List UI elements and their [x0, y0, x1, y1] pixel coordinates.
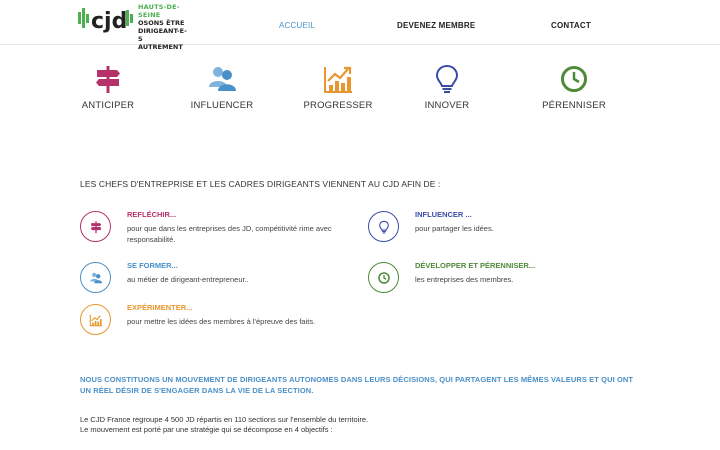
growth-chart-icon	[89, 314, 102, 326]
pillar-progresser: PROGRESSER	[288, 63, 388, 111]
goal-title: SE FORMER...	[127, 261, 178, 270]
pillar-anticiper: ANTICIPER	[58, 63, 158, 111]
goal-icon-circle	[80, 262, 111, 293]
goal-text: pour partager les idées.	[415, 224, 494, 233]
people-icon	[209, 67, 236, 91]
pillar-label: PROGRESSER	[303, 100, 373, 111]
lightbulb-icon	[378, 220, 389, 233]
goal-icon-circle	[368, 211, 399, 242]
goal-text: pour que dans les entreprises des JD, co…	[127, 224, 332, 244]
clock-icon	[561, 66, 587, 92]
goal-title: EXPÉRIMENTER...	[127, 303, 193, 312]
lightbulb-icon	[435, 64, 459, 93]
logo-mark-text: cjd	[91, 9, 127, 34]
paragraph-line-2: Le mouvement est porté par une stratégie…	[80, 425, 333, 434]
movement-statement: NOUS CONSTITUONS UN MOUVEMENT DE DIRIGEA…	[80, 375, 634, 395]
cjd-logo-mark: cjd	[78, 8, 133, 34]
pillar-innover: INNOVER	[397, 63, 497, 111]
intro-heading: LES CHEFS D'ENTREPRISE ET LES CADRES DIR…	[80, 179, 441, 189]
site-header: cjd HAUTS-DE-SEINE OSONS ÊTRE DIRIGEANT-…	[0, 0, 720, 51]
nav-contact[interactable]: CONTACT	[551, 21, 591, 30]
pillar-label: ANTICIPER	[81, 100, 135, 111]
logo-tagline: HAUTS-DE-SEINE OSONS ÊTRE DIRIGEANT-E-S …	[138, 3, 188, 51]
nav-accueil[interactable]: ACCUEIL	[279, 21, 315, 30]
logo-line-1: HAUTS-DE-SEINE	[138, 3, 180, 19]
logo-line-2: OSONS ÊTRE	[138, 19, 185, 27]
logo-line-4: AUTREMENT	[138, 43, 183, 51]
pillar-label: INFLUENCER	[190, 100, 254, 111]
goal-title: DÉVELOPPER ET PÉRENNISER...	[415, 261, 536, 270]
signpost-icon	[90, 220, 101, 233]
goal-text: au métier de dirigeant-entrepreneur..	[127, 275, 249, 284]
pillar-label: INNOVER	[424, 100, 470, 111]
pillar-perenniser: PÉRENNISER	[524, 63, 624, 111]
people-icon	[89, 272, 102, 283]
pillar-influencer: INFLUENCER	[172, 63, 272, 111]
cjd-logo[interactable]: cjd HAUTS-DE-SEINE OSONS ÊTRE DIRIGEANT-…	[78, 2, 188, 51]
goal-text: les entreprises des membres.	[415, 275, 514, 284]
logo-line-3: DIRIGEANT-E-S	[138, 27, 187, 43]
signpost-icon	[96, 66, 120, 93]
nav-devenez-membre[interactable]: DEVENEZ MEMBRE	[397, 21, 475, 30]
goal-icon-circle	[80, 211, 111, 242]
goal-icon-circle	[368, 262, 399, 293]
clock-icon	[377, 271, 390, 284]
goal-text: pour mettre les idées des membres à l'ép…	[127, 317, 316, 326]
pillar-label: PÉRENNISER	[542, 100, 606, 111]
goal-icon-circle	[80, 304, 111, 335]
goal-title: REFLÉCHIR...	[127, 210, 177, 219]
goal-title: INFLUENCER ...	[415, 210, 472, 219]
growth-chart-icon	[324, 66, 352, 93]
paragraph-line-1: Le CJD France regroupe 4 500 JD répartis…	[80, 415, 369, 424]
